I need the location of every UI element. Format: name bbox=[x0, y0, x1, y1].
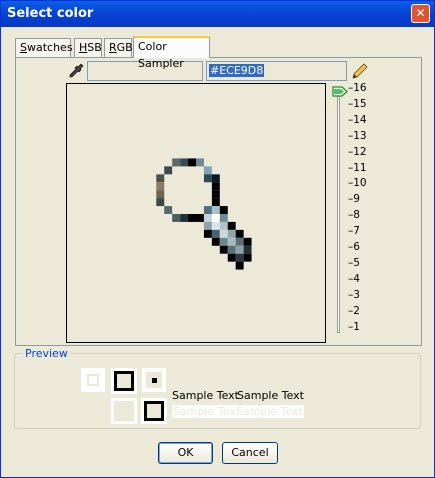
tab-hsb[interactable]: HSB bbox=[74, 38, 102, 57]
color-sampler-panel: #ECE9D8 –16 –15 –14 –13 –12 –11 –10 –9 –8 –7 –6 –5–… bbox=[15, 57, 422, 346]
zoom-tick-14: –14 bbox=[348, 113, 367, 126]
eyedropper-icon[interactable] bbox=[68, 63, 84, 79]
tab-rgb[interactable]: RGB bbox=[104, 38, 133, 57]
sample-text-bg-on-white: Sample Text bbox=[172, 405, 241, 418]
zoom-slider[interactable]: –16 –15 –14 –13 –12 –11 –10 –9 –8 –7 –6 –5 –4 –3 –2 –1 bbox=[332, 82, 414, 338]
sample-text-black-on-bg-2: Sample Text bbox=[237, 389, 304, 402]
window-title: Select color bbox=[7, 6, 94, 21]
preview-swatch-small bbox=[81, 368, 105, 392]
magnified-sample-view[interactable] bbox=[66, 83, 326, 343]
zoom-tick-11: –11 bbox=[348, 161, 367, 174]
zoom-tick-2: –2 bbox=[348, 304, 360, 317]
preview-legend: Preview bbox=[23, 347, 70, 360]
preview-swatch-dot bbox=[142, 368, 166, 392]
zoom-tick-5: –5 bbox=[348, 256, 360, 269]
zoom-tick-8: –8 bbox=[348, 209, 360, 222]
hex-value: #ECE9D8 bbox=[209, 64, 265, 77]
zoom-tick-12: –12 bbox=[348, 145, 367, 158]
zoom-tick-13: –13 bbox=[348, 129, 367, 142]
zoom-tick-4: –4 bbox=[348, 272, 360, 285]
select-color-dialog: Select color ✕ Swatches HSB RGB Color Sa… bbox=[0, 0, 435, 478]
pencil-icon[interactable] bbox=[352, 63, 368, 79]
zoom-tick-9: –9 bbox=[348, 193, 360, 206]
zoom-slider-thumb[interactable] bbox=[332, 86, 348, 97]
zoom-tick-3: –3 bbox=[348, 288, 360, 301]
zoom-tick-7: –7 bbox=[348, 225, 360, 238]
zoom-slider-track[interactable] bbox=[337, 88, 340, 333]
preview-swatch-black-frame bbox=[111, 368, 137, 394]
sample-text-bg-on-white-2: Sample Text bbox=[235, 405, 304, 418]
zoom-tick-6: –6 bbox=[348, 241, 360, 253]
zoom-tick-16: –16 bbox=[348, 82, 367, 94]
preview-swatch-fill bbox=[111, 398, 137, 424]
ok-button[interactable]: OK bbox=[158, 442, 213, 464]
zoom-tick-15: –15 bbox=[348, 97, 367, 110]
hex-color-field[interactable]: #ECE9D8 bbox=[206, 61, 347, 81]
zoom-tick-1: –1 bbox=[348, 320, 360, 333]
preview-swatch-black-frame-2 bbox=[141, 398, 167, 424]
tab-swatches[interactable]: Swatches bbox=[15, 38, 73, 57]
close-button[interactable]: ✕ bbox=[411, 4, 430, 23]
sample-text-black-on-bg: Sample Text bbox=[172, 389, 239, 402]
tab-color-sampler[interactable]: Color Sampler bbox=[133, 36, 210, 70]
close-icon: ✕ bbox=[415, 6, 426, 20]
cancel-button[interactable]: Cancel bbox=[222, 442, 278, 464]
preview-group: Preview Sample Text Sample Text Sample T… bbox=[14, 347, 421, 429]
title-bar: Select color ✕ bbox=[1, 1, 434, 27]
zoom-tick-10: –10 bbox=[348, 177, 367, 190]
